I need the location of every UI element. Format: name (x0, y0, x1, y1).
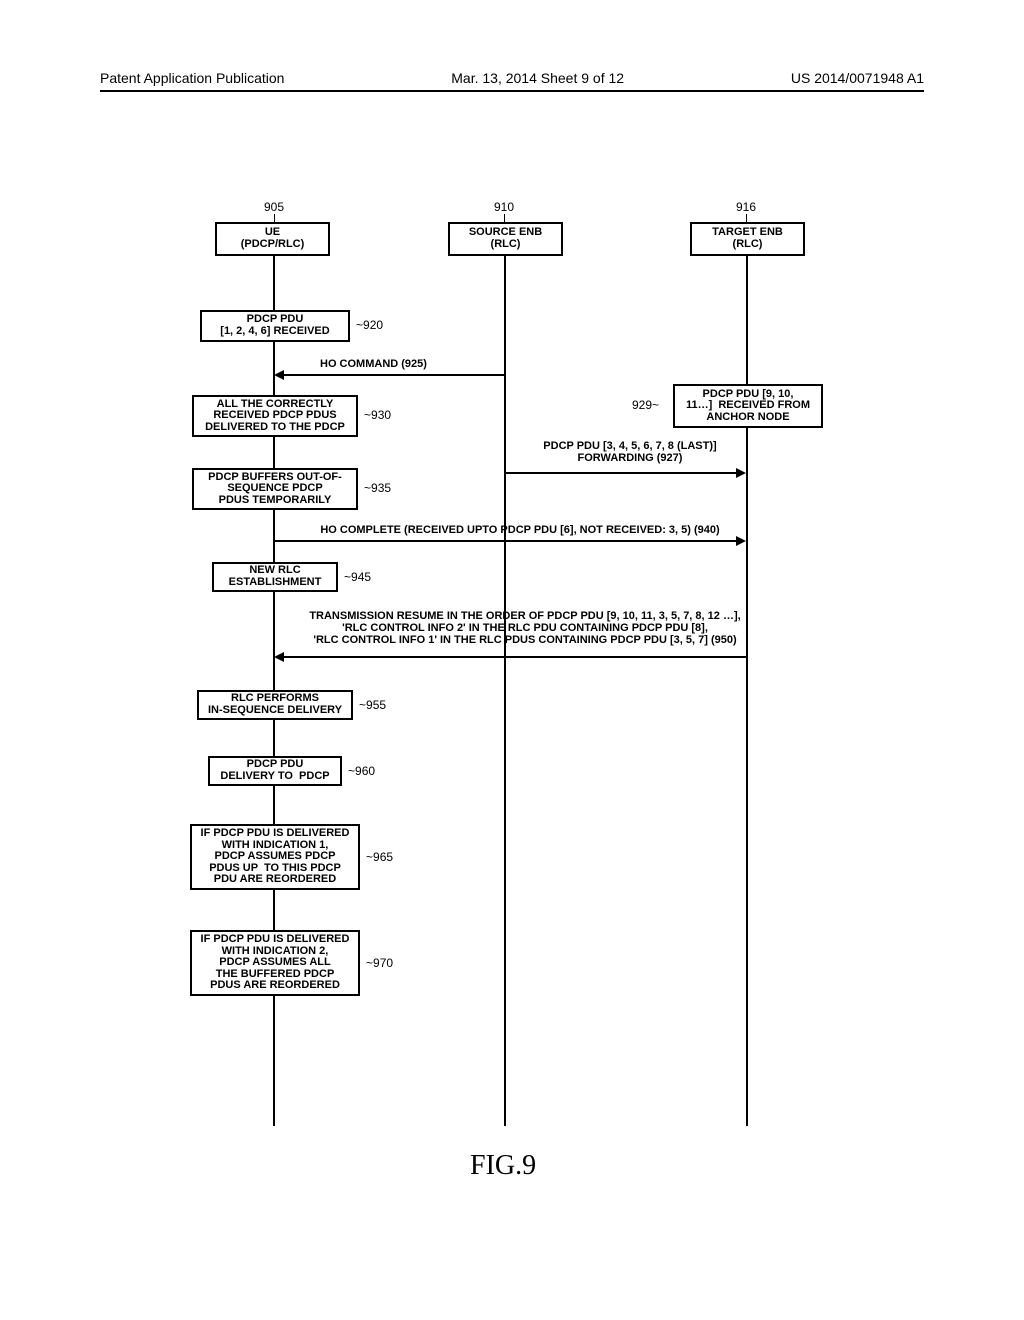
arrow-925 (283, 374, 504, 376)
header-right: US 2014/0071948 A1 (791, 70, 924, 86)
page-header: Patent Application Publication Mar. 13, … (0, 70, 1024, 92)
entity-ue-num: 905 (254, 200, 294, 222)
entity-src-label2: (RLC) (491, 239, 521, 251)
arrow-950-head (274, 652, 284, 662)
box-945: NEW RLC ESTABLISHMENT (212, 562, 338, 592)
entity-ue-number: 905 (254, 200, 294, 214)
entity-tgt-box: TARGET ENB (RLC) (690, 222, 805, 256)
entity-tgt-num: 916 (726, 200, 766, 222)
ref-965: ~965 (366, 850, 393, 864)
arrow-950 (283, 656, 746, 658)
ref-960: ~960 (348, 764, 375, 778)
entity-ue-label2: (PDCP/RLC) (241, 239, 305, 251)
ref-945-num: 945 (351, 570, 371, 584)
ref-970-num: 970 (373, 956, 393, 970)
box-955: RLC PERFORMS IN-SEQUENCE DELIVERY (197, 690, 353, 720)
ref-955: ~955 (359, 698, 386, 712)
arrow-925-head (274, 370, 284, 380)
ref-935: ~935 (364, 481, 391, 495)
arrow-927-caption: PDCP PDU [3, 4, 5, 6, 7, 8 (LAST)] FORWA… (520, 440, 740, 464)
box-930: ALL THE CORRECTLY RECEIVED PDCP PDUS DEL… (192, 395, 358, 437)
entity-tgt-label2: (RLC) (733, 239, 763, 251)
entity-ue-box: UE (PDCP/RLC) (215, 222, 330, 256)
ref-955-num: 955 (366, 698, 386, 712)
box-965: IF PDCP PDU IS DELIVERED WITH INDICATION… (190, 824, 360, 890)
ref-945: ~945 (344, 570, 371, 584)
entity-tgt-number: 916 (726, 200, 766, 214)
ref-960-num: 960 (355, 764, 375, 778)
arrow-940-caption: HO COMPLETE (RECEIVED UPTO PDCP PDU [6],… (300, 524, 740, 536)
ref-935-num: 935 (371, 481, 391, 495)
ref-970: ~970 (366, 956, 393, 970)
arrow-940-head (736, 536, 746, 546)
arrow-927-head (736, 468, 746, 478)
ref-920: ~920 (356, 318, 383, 332)
header-left: Patent Application Publication (100, 70, 284, 86)
arrow-925-caption: HO COMMAND (925) (320, 358, 427, 370)
sequence-diagram: 905 910 916 UE (PDCP/RLC) SOURCE ENB (RL… (0, 200, 1024, 1150)
box-970: IF PDCP PDU IS DELIVERED WITH INDICATION… (190, 930, 360, 996)
ref-920-num: 920 (363, 318, 383, 332)
box-929: PDCP PDU [9, 10, 11…] RECEIVED FROM ANCH… (673, 384, 823, 428)
ref-930-num: 930 (371, 408, 391, 422)
entity-src-num: 910 (484, 200, 524, 222)
ref-965-num: 965 (373, 850, 393, 864)
arrow-927 (506, 472, 738, 474)
ref-929-num: 929 (632, 398, 652, 412)
ref-930: ~930 (364, 408, 391, 422)
figure-caption: FIG.9 (470, 1150, 536, 1182)
box-920: PDCP PDU [1, 2, 4, 6] RECEIVED (200, 310, 350, 342)
ref-929: 929~ (632, 398, 659, 412)
arrow-950-caption: TRANSMISSION RESUME IN THE ORDER OF PDCP… (300, 610, 750, 646)
entity-src-number: 910 (484, 200, 524, 214)
lifeline-src (504, 256, 506, 1126)
box-960: PDCP PDU DELIVERY TO PDCP (208, 756, 342, 786)
arrow-940 (275, 540, 738, 542)
box-935: PDCP BUFFERS OUT-OF- SEQUENCE PDCP PDUS … (192, 468, 358, 510)
header-mid: Mar. 13, 2014 Sheet 9 of 12 (451, 70, 624, 86)
entity-src-box: SOURCE ENB (RLC) (448, 222, 563, 256)
